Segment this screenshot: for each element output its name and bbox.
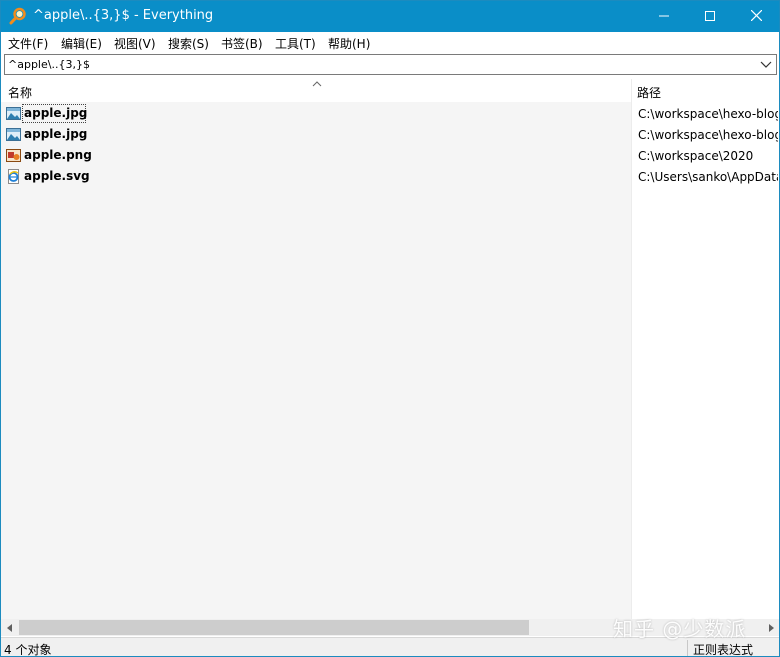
- menu-bar: 文件(F) 编辑(E) 视图(V) 搜索(S) 书签(B) 工具(T) 帮助(H…: [1, 32, 779, 52]
- scrollbar-thumb[interactable]: [19, 620, 529, 635]
- close-icon: [750, 9, 762, 24]
- scroll-right-icon[interactable]: [762, 619, 779, 636]
- window-title: ^apple\..{3,}$ - Everything: [33, 8, 214, 23]
- file-name: apple.jpg: [24, 106, 88, 120]
- sort-up-icon: [311, 77, 323, 87]
- maximize-icon: [705, 10, 715, 24]
- svg-file-icon: [6, 169, 21, 184]
- watermark: 知乎 @少数派: [613, 617, 747, 641]
- menu-help[interactable]: 帮助(H): [328, 35, 370, 52]
- title-bar[interactable]: ^apple\..{3,}$ - Everything: [1, 1, 779, 32]
- status-object-count: 4 个对象: [4, 643, 52, 657]
- column-header-name[interactable]: 名称: [8, 84, 32, 101]
- result-row[interactable]: apple.jpg C:\workspace\hexo-blog: [1, 124, 779, 145]
- chevron-down-icon[interactable]: [759, 58, 773, 71]
- file-name: apple.jpg: [24, 127, 88, 141]
- magnifier-icon: [9, 7, 27, 25]
- search-input[interactable]: ^apple\..{3,}$: [4, 54, 777, 75]
- image-file-icon: [6, 127, 21, 142]
- result-row[interactable]: apple.jpg C:\workspace\hexo-blog: [1, 103, 779, 124]
- result-row[interactable]: apple.png C:\workspace\2020: [1, 145, 779, 166]
- search-query-text: ^apple\..{3,}$: [8, 58, 90, 71]
- minimize-icon: [659, 10, 669, 24]
- file-path: C:\workspace\hexo-blog: [638, 128, 778, 142]
- result-row[interactable]: apple.svg C:\Users\sanko\AppData: [1, 166, 779, 187]
- menu-tools[interactable]: 工具(T): [275, 35, 316, 52]
- png-file-icon: [6, 148, 21, 163]
- menu-search[interactable]: 搜索(S): [168, 35, 209, 52]
- file-path: C:\workspace\hexo-blog: [638, 107, 778, 121]
- status-divider: [687, 640, 688, 656]
- column-header-path[interactable]: 路径: [637, 84, 661, 101]
- menu-bookmarks[interactable]: 书签(B): [221, 35, 263, 52]
- minimize-button[interactable]: [641, 1, 687, 32]
- maximize-button[interactable]: [687, 1, 733, 32]
- image-file-icon: [6, 106, 21, 121]
- close-button[interactable]: [733, 1, 779, 32]
- status-regex-mode[interactable]: 正则表达式: [693, 641, 753, 656]
- menu-file[interactable]: 文件(F): [8, 35, 48, 52]
- file-path: C:\workspace\2020: [638, 149, 754, 163]
- file-path: C:\Users\sanko\AppData: [638, 170, 778, 184]
- everything-window: ^apple\..{3,}$ - Everything 文件(F) 编辑(E) …: [0, 0, 780, 657]
- menu-edit[interactable]: 编辑(E): [61, 35, 102, 52]
- file-name: apple.png: [24, 148, 92, 162]
- column-header: 名称 路径: [1, 77, 779, 102]
- menu-view[interactable]: 视图(V): [114, 35, 156, 52]
- file-name: apple.svg: [24, 169, 90, 183]
- scroll-left-icon[interactable]: [1, 619, 18, 636]
